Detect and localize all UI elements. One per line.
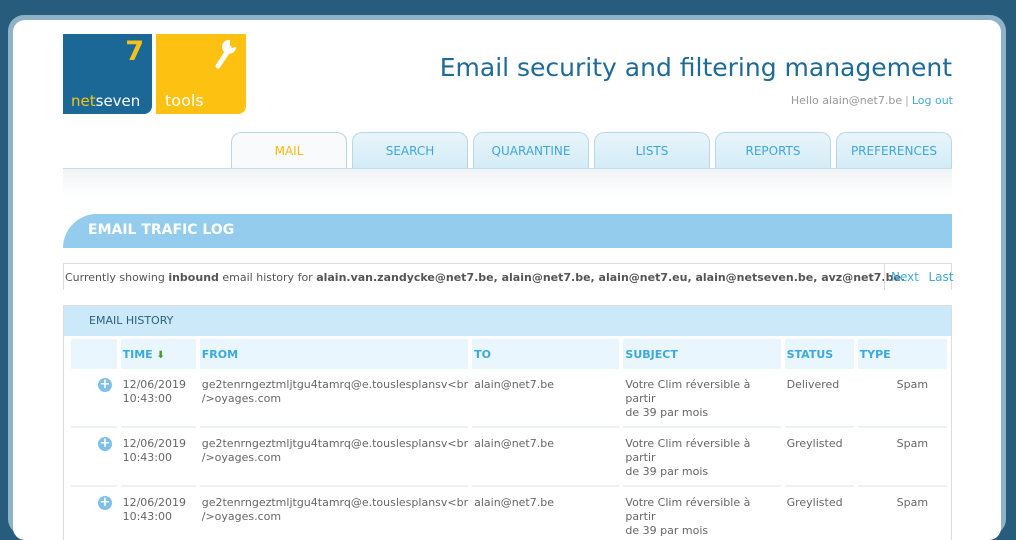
expand-plus-icon[interactable]: +	[98, 437, 112, 451]
user-greeting: Hello alain@net7.be | Log out	[791, 94, 953, 107]
expand-plus-icon[interactable]: +	[98, 496, 112, 510]
netseven-logo[interactable]: 7 netseven	[63, 34, 152, 114]
logo-netseven-text: netseven	[71, 92, 141, 110]
section-title: EMAIL TRAFIC LOG	[88, 222, 235, 238]
tab-mail[interactable]: MAIL	[231, 132, 347, 170]
wrench-icon	[215, 39, 236, 69]
cell-from: ge2tenrngeztmljtgu4tamrq@e.touslesplansv…	[200, 487, 468, 540]
address-list: alain.van.zandycke@net7.be, alain@net7.b…	[316, 271, 906, 284]
cell-to: alain@net7.be	[472, 369, 620, 428]
cell-to: alain@net7.be	[472, 487, 619, 540]
logo-tools-text: tools	[165, 91, 204, 110]
cell-from: ge2tenrngeztmljtgu4tamrq@e.touslesplansv…	[199, 428, 469, 487]
tab-reports[interactable]: REPORTS	[715, 132, 831, 169]
page: 7 netseven tools Email security and filt…	[13, 20, 1001, 540]
section-header: EMAIL TRAFIC LOG	[63, 214, 952, 248]
cell-subject: Votre Clim réversible à partir de 39 par …	[623, 487, 780, 540]
next-page-link[interactable]: Next	[891, 270, 919, 284]
cell-subject: Votre Clim réversible à partir de 39 par …	[623, 369, 781, 428]
col-subject[interactable]: SUBJECT	[623, 339, 781, 369]
cell-status: Delivered	[784, 369, 854, 428]
cell-time: 12/06/2019 10:43:00	[120, 369, 196, 428]
col-time[interactable]: TIME ⬇	[120, 339, 196, 369]
tab-search[interactable]: SEARCH	[352, 132, 468, 169]
tools-logo[interactable]: tools	[156, 34, 246, 114]
separator: |	[905, 94, 909, 107]
tab-quarantine[interactable]: QUARANTINE	[473, 132, 589, 169]
filter-info-text: Currently showing inbound email history …	[65, 271, 906, 284]
table-row: + 12/06/2019 10:43:00 ge2tenrngeztmljtgu4…	[71, 428, 947, 487]
cell-type: Spam	[858, 487, 947, 540]
cell-subject: Votre Clim réversible à partir de 39 par …	[623, 428, 781, 487]
tab-lists[interactable]: LISTS	[594, 132, 710, 169]
table-header-row: TIME ⬇ FROM TO SUBJECT STATUS TYPE	[71, 339, 947, 369]
cell-type: Spam	[857, 428, 947, 487]
col-status[interactable]: STATUS	[784, 339, 854, 369]
email-history-title: EMAIL HISTORY	[89, 314, 174, 327]
direction: inbound	[168, 271, 219, 284]
page-title: Email security and filtering management	[439, 53, 952, 82]
cell-status: Greylisted	[784, 428, 854, 487]
expand-plus-icon[interactable]: +	[98, 378, 112, 392]
cell-time: 12/06/2019 10:43:00	[120, 428, 196, 487]
email-history-header: EMAIL HISTORY	[64, 306, 951, 336]
table-row: + 12/06/2019 10:43:00 ge2tenrngeztmljtgu4…	[71, 369, 947, 428]
cell-to: alain@net7.be	[472, 428, 620, 487]
col-to[interactable]: TO	[472, 339, 620, 369]
col-from[interactable]: FROM	[199, 339, 469, 369]
sort-down-icon: ⬇	[156, 349, 165, 361]
email-history-table: TIME ⬇ FROM TO SUBJECT STATUS TYPE + 12/…	[67, 339, 951, 540]
last-page-link[interactable]: Last	[928, 270, 953, 284]
cell-type: Spam	[857, 369, 947, 428]
logo-seven: 7	[125, 36, 144, 67]
cell-from: ge2tenrngeztmljtgu4tamrq@e.touslesplansv…	[199, 369, 469, 428]
tab-shade	[63, 169, 952, 199]
hello-text: Hello alain@net7.be	[790, 94, 903, 107]
logout-link[interactable]: Log out	[912, 94, 953, 107]
email-history-panel: EMAIL HISTORY TIME ⬇ FROM TO SUBJECT STA…	[63, 305, 952, 540]
col-type[interactable]: TYPE	[857, 339, 947, 369]
table-row: + 12/06/2019 10:43:00 ge2tenrngeztmljtgu4…	[71, 487, 947, 540]
col-expand	[71, 339, 117, 369]
cell-time: 12/06/2019 10:43:00	[121, 487, 196, 540]
pagination: Next Last	[884, 264, 953, 290]
filter-info-bar: Currently showing inbound email history …	[63, 263, 953, 290]
cell-status: Greylisted	[785, 487, 854, 540]
tab-preferences[interactable]: PREFERENCES	[836, 132, 952, 169]
